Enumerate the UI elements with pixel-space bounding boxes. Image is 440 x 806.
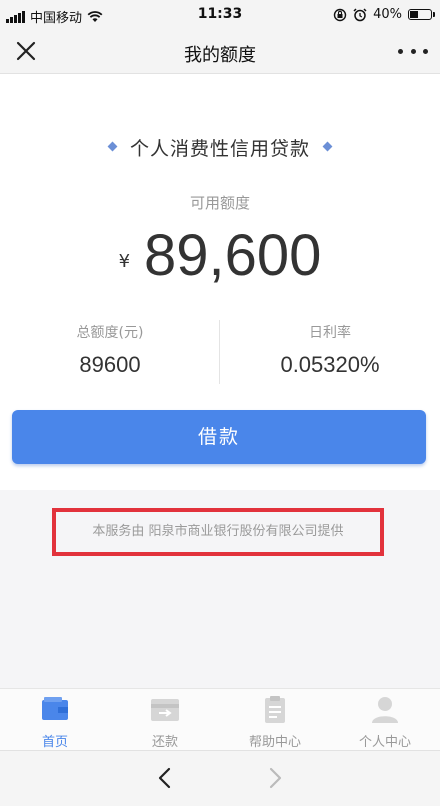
diamond-icon [107,141,118,152]
diamond-icon [322,141,333,152]
status-bar: 中国移动 11:33 40% [0,0,440,30]
tab-label: 个人中心 [358,735,411,750]
tab-home[interactable]: 首页 [0,689,110,751]
browser-bottom-bar [0,750,440,806]
borrow-button[interactable]: 借款 [12,410,426,464]
available-amount: 89,600 [144,223,322,288]
tab-label: 帮助中心 [248,735,301,750]
tab-label: 还款 [151,735,178,750]
daily-rate: 日利率 0.05320% [220,322,440,378]
rotation-lock-icon [333,8,347,21]
credit-card-panel: 个人消费性信用贷款 可用额度 ¥89,600 总额度(元) 89600 日利率 … [0,74,440,490]
tab-label: 首页 [41,735,68,750]
rate-value: 0.05320% [280,352,380,377]
battery-percent: 40% [373,7,402,22]
nav-bar: 我的额度 [0,30,440,74]
more-icon[interactable] [398,41,428,61]
back-arrow-icon[interactable] [152,765,178,791]
currency-symbol: ¥ [118,251,131,272]
tab-profile[interactable]: 个人中心 [330,689,440,751]
total-credit: 总额度(元) 89600 [0,322,220,378]
total-label: 总额度(元) [76,325,144,341]
rate-label: 日利率 [309,325,351,341]
available-label: 可用额度 [189,194,250,212]
alarm-icon [353,7,367,21]
status-right: 40% [333,7,435,22]
forward-arrow-icon[interactable] [262,765,288,791]
person-icon [372,697,398,723]
repay-icon [151,699,179,721]
tab-bar: 首页 还款 帮助中心 个人中心 [0,688,440,750]
provider-notice: 本服务由 阳泉市商业银行股份有限公司提供 [52,508,384,556]
tab-help[interactable]: 帮助中心 [220,689,330,751]
product-title: 个人消费性信用贷款 [129,138,310,160]
total-value: 89600 [79,352,141,377]
amount-row: ¥89,600 [0,222,440,289]
tab-repay[interactable]: 还款 [110,689,220,751]
product-title-row: 个人消费性信用贷款 [0,134,440,161]
clipboard-icon [265,696,285,723]
page-title: 我的额度 [184,45,256,66]
wallet-icon [42,697,68,720]
battery-icon [408,9,435,20]
